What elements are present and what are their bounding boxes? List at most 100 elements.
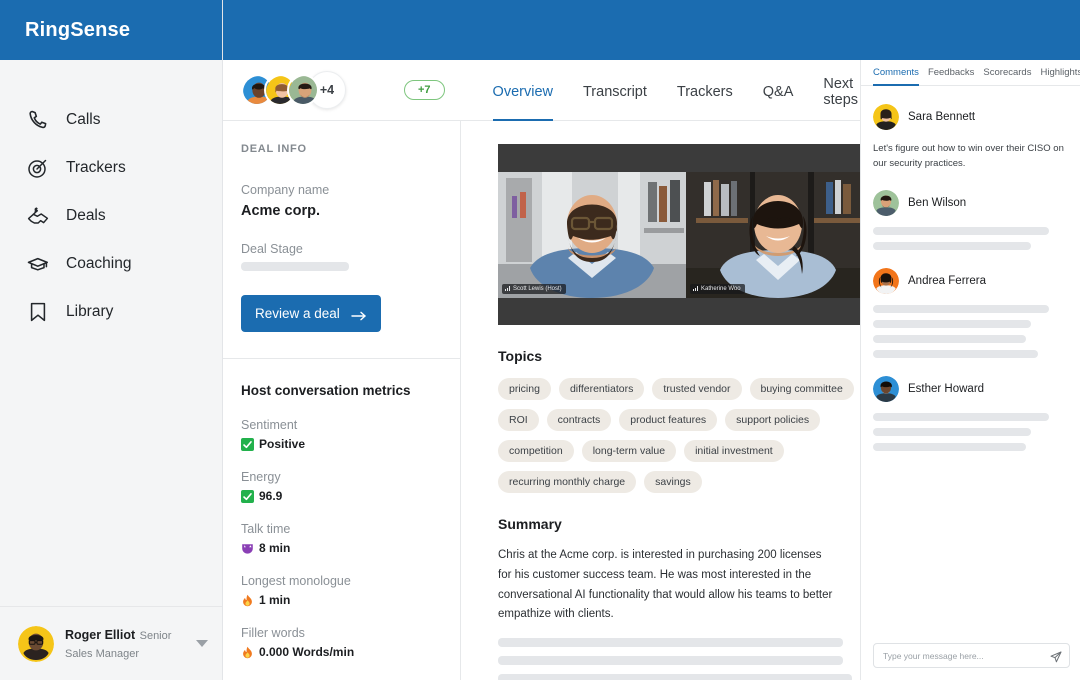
sidebar-item-label: Calls <box>66 111 101 128</box>
bookmark-icon <box>26 300 50 324</box>
signal-icon <box>505 286 510 291</box>
app-logo: RingSense <box>0 0 222 60</box>
main-region: +4 +7 Overview Transcript Trackers Q&A N… <box>223 0 1080 680</box>
comments-panel: Comments Feedbacks Scorecards Highlights <box>860 60 1080 680</box>
topic-tag[interactable]: support policies <box>725 409 821 431</box>
sidebar-item-library[interactable]: Library <box>0 288 222 336</box>
sidebar-item-trackers[interactable]: Trackers <box>0 144 222 192</box>
skeleton-line <box>873 319 1031 328</box>
sidebar-nav: Calls Trackers Deals Coaching Library <box>0 60 222 606</box>
topic-tag[interactable]: differentiators <box>558 378 645 400</box>
trackers-count-badge[interactable]: +7 <box>404 80 445 100</box>
skeleton-line <box>873 349 1038 358</box>
sidebar: RingSense Calls Trackers Deals Coaching … <box>0 0 223 680</box>
topic-tag[interactable]: ROI <box>498 409 539 431</box>
user-name: Roger Elliot <box>65 627 136 642</box>
avatar <box>873 375 899 402</box>
comment-placeholder-lines <box>873 412 1066 451</box>
summary-placeholder-lines <box>498 638 860 680</box>
participant-avatar-stack[interactable]: +4 <box>241 71 346 109</box>
skeleton-line <box>873 412 1049 421</box>
deal-stage-label: Deal Stage <box>241 242 303 256</box>
call-video-player[interactable]: Scott Lewis (Host) Katherine Woo <box>498 144 860 325</box>
skeleton-line <box>873 442 1026 451</box>
tab-feedbacks[interactable]: Feedbacks <box>928 67 974 85</box>
topic-tag[interactable]: product features <box>619 409 718 431</box>
topics-tag-list: pricing differentiators trusted vendor b… <box>498 378 860 493</box>
skeleton-line <box>498 638 843 648</box>
call-tabs-bar: +4 +7 Overview Transcript Trackers Q&A N… <box>223 60 860 121</box>
message-input-wrapper[interactable] <box>873 643 1070 668</box>
comment-header: Sara Bennett <box>873 104 1066 130</box>
top-header-bar <box>223 0 1080 60</box>
fire-icon <box>241 646 254 659</box>
signal-icon <box>693 286 698 291</box>
skeleton-line <box>498 674 852 680</box>
tab-highlights[interactable]: Highlights <box>1040 67 1080 85</box>
topic-tag[interactable]: trusted vendor <box>652 378 742 400</box>
topic-tag[interactable]: competition <box>498 440 574 462</box>
deal-info-panel: DEAL INFO Company name Acme corp. Deal S… <box>223 121 461 680</box>
comments-list: Sara Bennett Let's figure out how to win… <box>861 86 1080 643</box>
review-a-deal-label: Review a deal <box>255 306 340 321</box>
comment-header: Esther Howard <box>873 375 1066 402</box>
tab-transcript[interactable]: Transcript <box>583 60 647 120</box>
skeleton-line <box>498 656 843 666</box>
topic-tag[interactable]: buying committee <box>749 378 854 400</box>
sidebar-item-label: Deals <box>66 207 106 224</box>
fire-icon <box>241 594 254 607</box>
tab-scorecards[interactable]: Scorecards <box>983 67 1031 85</box>
metric-sentiment: Positive <box>241 437 440 451</box>
topic-tag[interactable]: contracts <box>546 409 612 431</box>
review-a-deal-button[interactable]: Review a deal <box>241 295 381 332</box>
comment-header: Ben Wilson <box>873 189 1066 216</box>
comment-placeholder-lines <box>873 226 1066 250</box>
deal-info-heading: DEAL INFO <box>241 143 307 155</box>
sidebar-item-label: Coaching <box>66 255 132 272</box>
comment-text: Let's figure out how to win over their C… <box>873 143 1064 170</box>
arrow-right-icon <box>351 309 367 320</box>
topic-tag[interactable]: recurring monthly charge <box>498 471 637 493</box>
comment-composer <box>861 643 1080 680</box>
chevron-down-icon[interactable] <box>196 640 208 647</box>
tab-trackers[interactable]: Trackers <box>677 60 733 120</box>
company-name-value: Acme corp. <box>241 203 320 219</box>
video-participant-name: Katherine Woo <box>690 283 745 294</box>
sidebar-item-deals[interactable]: Deals <box>0 192 222 240</box>
skeleton-line <box>873 241 1031 250</box>
comment-item: Esther Howard <box>873 375 1066 451</box>
green-check-icon <box>241 489 254 503</box>
video-participant-name: Scott Lewis (Host) <box>502 283 566 294</box>
sidebar-item-coaching[interactable]: Coaching <box>0 240 222 288</box>
handshake-dollar-icon <box>26 204 50 228</box>
tab-next-steps[interactable]: Next steps <box>823 60 860 120</box>
metric-longest-monologue: 1 min <box>241 593 440 607</box>
sidebar-item-label: Library <box>66 303 114 320</box>
skeleton-line <box>873 334 1026 343</box>
tab-qa[interactable]: Q&A <box>763 60 794 120</box>
comment-author: Ben Wilson <box>908 196 967 209</box>
tab-comments[interactable]: Comments <box>873 67 919 86</box>
user-profile[interactable]: Roger Elliot Senior Sales Manager <box>0 606 222 680</box>
comment-author: Esther Howard <box>908 382 985 395</box>
topic-tag[interactable]: initial investment <box>684 440 784 462</box>
deal-stage-placeholder <box>241 262 349 271</box>
topic-tag[interactable]: savings <box>644 471 702 493</box>
avatar <box>873 189 899 216</box>
video-tile-host: Scott Lewis (Host) <box>498 171 686 298</box>
send-icon[interactable] <box>1050 650 1062 662</box>
topic-tag[interactable]: pricing <box>498 378 551 400</box>
topic-tag[interactable]: long-term value <box>581 440 677 462</box>
metric-talk-time: 8 min <box>241 541 440 555</box>
tab-overview[interactable]: Overview <box>492 60 554 121</box>
purple-badge-icon <box>241 542 254 555</box>
metric-energy: 96.9 <box>241 489 440 503</box>
avatar <box>873 267 899 294</box>
metric-value: 8 min <box>259 541 291 555</box>
sidebar-item-calls[interactable]: Calls <box>0 96 222 144</box>
center-region: +4 +7 Overview Transcript Trackers Q&A N… <box>223 60 860 680</box>
message-input[interactable] <box>883 650 1050 661</box>
metric-label: Sentiment <box>241 418 298 432</box>
summary-title: Summary <box>498 516 562 532</box>
graduation-cap-icon <box>26 252 50 276</box>
